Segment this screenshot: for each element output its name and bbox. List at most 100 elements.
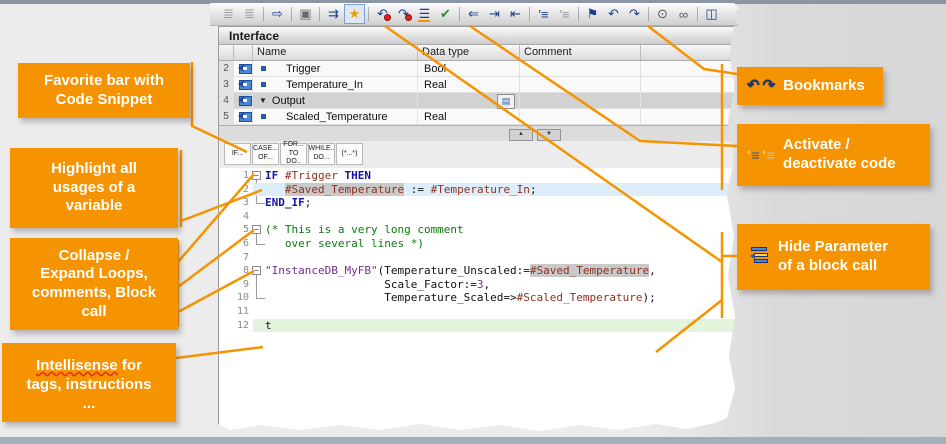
toolbar-outdent-icon[interactable]: ⇤ xyxy=(505,4,526,24)
toolbar-previous-bookmark-icon[interactable]: ↶ xyxy=(603,4,624,24)
toolbar-insert-block-icon[interactable]: ⇨ xyxy=(267,4,288,24)
deactivate-code-icon: '≡ xyxy=(762,147,776,163)
paste-blocks-glyph: ▣ xyxy=(299,6,312,21)
column-header-blank[interactable] xyxy=(641,45,735,61)
datatype-cell[interactable]: Bool xyxy=(418,61,520,77)
column-header-blank[interactable] xyxy=(219,45,234,61)
code-line-4[interactable]: 4 xyxy=(219,210,735,224)
code-line-10[interactable]: 10 Temperature_Scaled=>#Scaled_Temperatu… xyxy=(219,291,735,305)
datatype-cell[interactable]: Real xyxy=(418,109,520,125)
toolbar-paste-blocks-icon[interactable]: ▣ xyxy=(295,4,316,24)
code-line-6[interactable]: 6 over several lines *) xyxy=(219,237,735,251)
code-line-11[interactable]: 11 xyxy=(219,305,735,319)
line-number: 11 xyxy=(236,306,249,317)
comment-cell[interactable] xyxy=(520,61,641,77)
toolbar-activate-code-icon[interactable]: '≡ xyxy=(533,4,554,24)
snippet-button-5[interactable]: (*...*) xyxy=(336,143,363,165)
toolbar-insert-bookmark-icon[interactable]: ⚑ xyxy=(582,4,603,24)
splitter-collapse-up-button[interactable]: ▲ xyxy=(509,129,533,141)
toolbar-check-consistency-icon[interactable]: ✔ xyxy=(435,4,456,24)
column-header-data-type[interactable]: Data type xyxy=(418,45,520,61)
bullet-icon xyxy=(261,114,266,119)
column-header-blank[interactable] xyxy=(234,45,253,61)
snippet-button-1[interactable]: IF... xyxy=(224,143,251,165)
name-text: Temperature_In xyxy=(286,78,364,91)
column-header-name[interactable]: Name xyxy=(253,45,418,61)
insert-network-2-glyph: ≣ xyxy=(244,6,255,21)
table-row-temperature_in[interactable]: 3 Temperature_In Real xyxy=(219,77,735,93)
code-line-body: (* This is a very long comment xyxy=(253,223,735,237)
toolbar-compare-icon[interactable]: ∞ xyxy=(673,4,694,24)
comment-cell[interactable] xyxy=(520,93,641,109)
line-number: 2 xyxy=(242,183,249,195)
line-number: 3 xyxy=(242,197,249,209)
code-line-5[interactable]: 5 (* This is a very long comment xyxy=(219,223,735,237)
toolbar-separator xyxy=(578,6,579,22)
snippet-label-line1: IF... xyxy=(231,149,244,157)
name-cell[interactable]: Temperature_In xyxy=(253,77,418,93)
table-row-output[interactable]: 4 ▼ Output ▤ xyxy=(219,93,735,109)
toolbar-insert-network-2-icon[interactable]: ≣ xyxy=(239,4,260,24)
splitter-collapse-down-button[interactable]: ▼ xyxy=(537,129,561,141)
code-line-2[interactable]: 2 #Saved_Temperature := #Temperature_In; xyxy=(219,182,735,197)
column-header-comment[interactable]: Comment xyxy=(520,45,641,61)
favorites-glyph: ★ xyxy=(348,6,361,21)
datatype-cell[interactable]: ▤ xyxy=(418,93,520,109)
code-token-pl: ; xyxy=(529,182,537,196)
fold-toggle-icon[interactable]: − xyxy=(252,225,261,235)
snippet-button-4[interactable]: WHILE.. DO... xyxy=(308,143,335,165)
split-editor-glyph: ◫ xyxy=(705,6,718,21)
name-cell[interactable]: ▼ Output xyxy=(253,93,418,109)
callout-bookmarks: ↶ ↷ Bookmarks xyxy=(737,67,883,105)
comment-cell[interactable] xyxy=(520,109,641,125)
tag-icon xyxy=(237,63,252,74)
toolbar-redo-icon[interactable]: ↷ xyxy=(393,4,414,24)
code-token-cm: (* This is a very long comment xyxy=(265,223,464,237)
table-row-trigger[interactable]: 2 Trigger Bool xyxy=(219,61,735,77)
code-token-num: 3 xyxy=(476,277,484,291)
datatype-cell[interactable]: Real xyxy=(418,77,520,93)
code-line-3[interactable]: 3 END_IF; xyxy=(219,196,735,210)
callout-hide-parameter: Hide Parameter of a block call xyxy=(737,224,930,290)
datatype-browse-button[interactable]: ▤ xyxy=(497,94,515,109)
toolbar-goto-definition-icon[interactable]: ⇐ xyxy=(463,4,484,24)
code-line-8[interactable]: 8 "InstanceDB_MyFB"(Temperature_Unscaled:… xyxy=(219,264,735,278)
toolbar-expand-all-parameters-icon[interactable]: ⇉ xyxy=(323,4,344,24)
comment-cell[interactable] xyxy=(520,77,641,93)
line-number: 5 xyxy=(242,224,249,236)
table-row-scaled_temperature[interactable]: 5 Scaled_Temperature Real xyxy=(219,109,735,125)
datatype-text: Real xyxy=(424,78,447,91)
code-line-7[interactable]: 7 xyxy=(219,251,735,265)
datatype-text: Real xyxy=(424,110,447,123)
fold-toggle-icon[interactable]: − xyxy=(252,171,261,180)
snippet-button-3[interactable]: FOR... TO DO.. xyxy=(280,141,307,165)
toolbar-hide-parameter-icon[interactable]: ☰ xyxy=(414,4,435,24)
code-line-12[interactable]: 12 t xyxy=(219,318,735,333)
name-cell[interactable]: Scaled_Temperature xyxy=(253,109,418,125)
code-editor-area[interactable]: TCONT_STemperature c...TDISCONTerminate … xyxy=(219,168,735,431)
toolbar-favorites-icon[interactable]: ★ xyxy=(344,4,365,24)
code-line-9[interactable]: 9 Scale_Factor:=3, xyxy=(219,277,735,292)
toolbar-split-editor-icon[interactable]: ◫ xyxy=(701,4,722,24)
toolbar-undo-icon[interactable]: ↶ xyxy=(372,4,393,24)
toolbar-next-bookmark-icon[interactable]: ↷ xyxy=(624,4,645,24)
snippet-button-2[interactable]: CASE... OF... xyxy=(252,143,279,165)
row-number: 5 xyxy=(219,109,234,125)
code-line-body: Temperature_Scaled=>#Scaled_Temperature)… xyxy=(253,291,735,305)
fold-toggle-icon[interactable]: − xyxy=(252,266,261,276)
toolbar-separator xyxy=(263,6,264,22)
toolbar-deactivate-code-icon[interactable]: '≡ xyxy=(554,4,575,24)
previous-bookmark-glyph: ↶ xyxy=(608,6,619,21)
name-cell[interactable]: Trigger xyxy=(253,61,418,77)
outdent-glyph: ⇤ xyxy=(510,6,521,21)
toolbar-insert-network-icon[interactable]: ≣ xyxy=(218,4,239,24)
expand-all-parameters-glyph: ⇉ xyxy=(328,6,339,21)
toolbar-indent-icon[interactable]: ⇥ xyxy=(484,4,505,24)
previous-bookmark-icon: ↶ xyxy=(747,76,760,94)
code-token-kw: THEN xyxy=(344,169,371,182)
toolbar-find-replace-icon[interactable]: ⊙ xyxy=(652,4,673,24)
code-line-1[interactable]: 1 IF #Trigger THEN xyxy=(219,169,735,183)
code-token-taghl: #Saved_Temperature xyxy=(529,264,650,278)
expand-arrow-icon[interactable]: ▼ xyxy=(259,96,267,105)
